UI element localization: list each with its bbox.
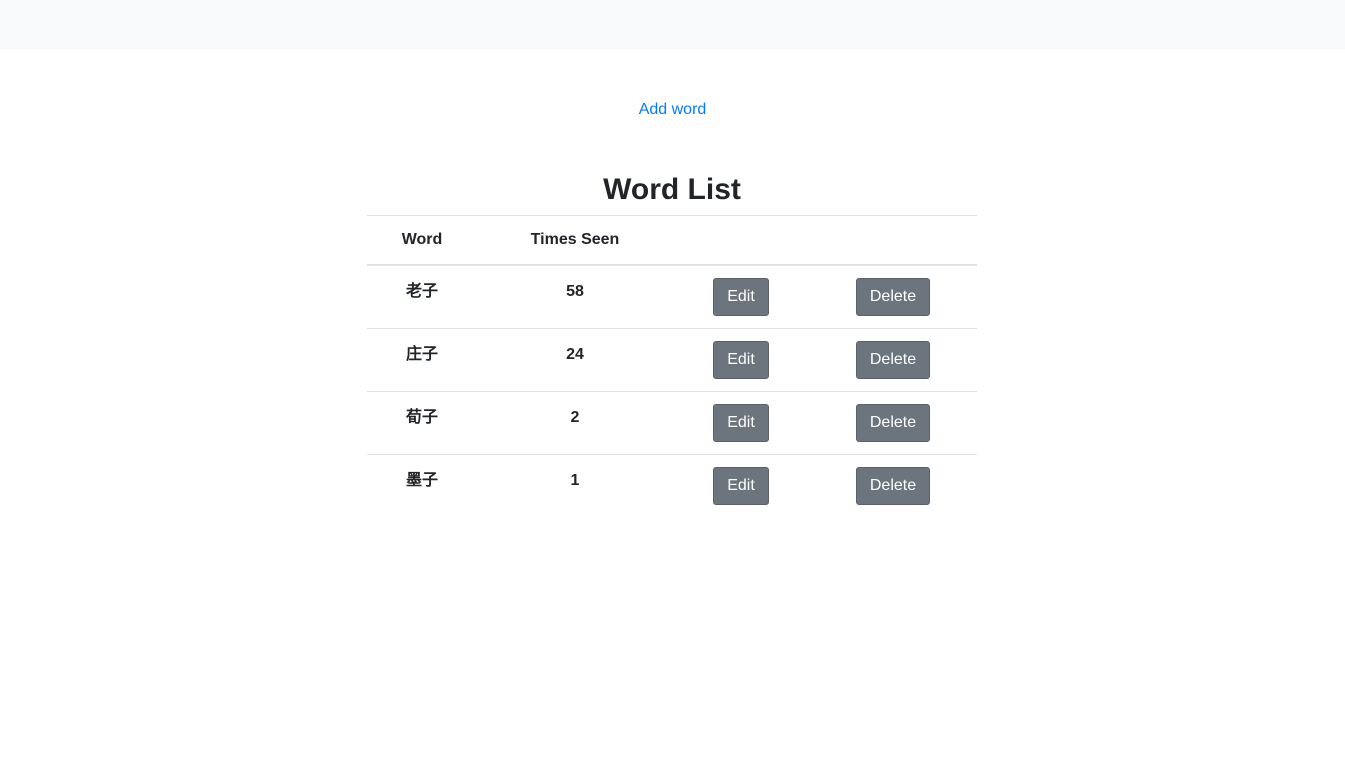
word-cell: 荀子 [367, 391, 477, 455]
delete-button[interactable]: Delete [855, 404, 931, 442]
column-header-delete [809, 215, 977, 266]
word-text: 庄子 [405, 346, 438, 363]
times-seen-cell: 24 [477, 328, 673, 392]
delete-cell: Delete [809, 328, 977, 392]
delete-button[interactable]: Delete [855, 341, 931, 379]
table-row: 墨子 1 Edit Delete [367, 454, 977, 517]
page-title: Word List [603, 173, 741, 206]
table-header-row: Word Times Seen [367, 215, 977, 266]
delete-button[interactable]: Delete [855, 467, 931, 505]
word-text: 老子 [405, 283, 438, 300]
edit-button[interactable]: Edit [713, 341, 769, 379]
times-seen-text: 24 [566, 346, 584, 363]
edit-button[interactable]: Edit [713, 278, 769, 316]
add-word-link[interactable]: Add word [639, 101, 707, 118]
table-row: 老子 58 Edit Delete [367, 265, 977, 329]
edit-cell: Edit [673, 328, 809, 392]
column-header-edit [673, 215, 809, 266]
delete-cell: Delete [809, 391, 977, 455]
edit-cell: Edit [673, 391, 809, 455]
word-text: 荀子 [405, 409, 438, 426]
word-cell: 老子 [367, 265, 477, 329]
word-table: Word Times Seen 老子 58 Edit Delete 庄子 24 … [367, 215, 977, 517]
times-seen-cell: 1 [477, 454, 673, 517]
edit-button[interactable]: Edit [713, 467, 769, 505]
word-cell: 墨子 [367, 454, 477, 517]
delete-cell: Delete [809, 454, 977, 517]
times-seen-text: 1 [570, 472, 580, 489]
table-row: 庄子 24 Edit Delete [367, 328, 977, 392]
times-seen-text: 58 [566, 283, 584, 300]
add-word-container: Add word [0, 100, 1345, 120]
edit-cell: Edit [673, 265, 809, 329]
times-seen-cell: 2 [477, 391, 673, 455]
top-navbar [0, 0, 1345, 49]
edit-cell: Edit [673, 454, 809, 517]
delete-button[interactable]: Delete [855, 278, 931, 316]
table-row: 荀子 2 Edit Delete [367, 391, 977, 455]
times-seen-cell: 58 [477, 265, 673, 329]
word-cell: 庄子 [367, 328, 477, 392]
edit-button[interactable]: Edit [713, 404, 769, 442]
times-seen-text: 2 [570, 409, 580, 426]
column-header-word: Word [367, 215, 477, 266]
column-header-times-seen: Times Seen [477, 215, 673, 266]
word-text: 墨子 [405, 472, 438, 489]
delete-cell: Delete [809, 265, 977, 329]
